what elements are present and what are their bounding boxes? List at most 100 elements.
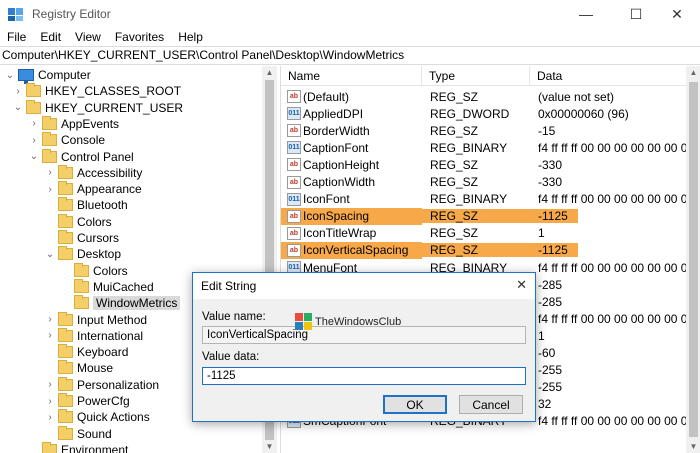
tree-node[interactable]: › Appearance [44,181,142,197]
tree-node[interactable]: Keyboard [44,344,128,360]
tree-node[interactable]: Colors [44,213,112,230]
tree-node[interactable]: ⌄ Computer [4,67,91,84]
folder-icon [58,376,73,391]
tree-node[interactable]: Sound [44,425,112,442]
address-bar[interactable]: Computer\HKEY_CURRENT_USER\Control Panel… [0,46,700,65]
tree-node[interactable]: Bluetooth [44,197,128,213]
column-type[interactable]: Type [422,66,530,86]
tree-node[interactable]: › Console [28,132,105,148]
chevron-right-icon[interactable]: › [44,409,56,425]
chevron-right-icon[interactable] [44,426,56,442]
tree-node[interactable]: › International [44,327,143,344]
close-button[interactable]: ✕ [654,0,700,28]
tree-node[interactable]: › Quick Actions [44,409,150,425]
value-row[interactable]: ab CaptionWidth REG_SZ -330 [281,174,700,191]
chevron-down-icon[interactable]: ⌄ [4,67,16,83]
values-scroll-thumb[interactable] [689,82,698,437]
tree-node[interactable]: ⌄ Desktop [44,246,121,262]
values-scrollbar[interactable]: ▲ ▼ [686,66,700,453]
value-row[interactable]: ab IconSpacing REG_SZ -1125 [281,207,700,225]
chevron-right-icon[interactable] [60,263,72,279]
tree-node[interactable]: Colors [60,262,128,279]
value-data: -60 [538,346,556,360]
menu-file[interactable]: File [0,30,33,44]
tree-node[interactable]: ⌄ HKEY_CURRENT_USER [12,99,183,116]
chevron-right-icon[interactable]: › [44,165,56,181]
tree-node[interactable]: › PowerCfg [44,393,130,409]
cancel-button[interactable]: Cancel [459,395,523,414]
value-data: -285 [538,294,563,309]
chevron-right-icon[interactable] [44,197,56,213]
value-type: REG_SZ [430,89,479,104]
value-row[interactable]: ab IconVerticalSpacing REG_SZ -1125 [281,241,700,259]
value-data: f4 ff ff ff 00 00 00 00 00 00 00 00 00 [538,414,700,429]
chevron-down-icon[interactable]: ⌄ [12,100,24,116]
tree-node[interactable]: Mouse [44,360,113,376]
chevron-right-icon[interactable]: › [44,328,56,344]
tree-node[interactable]: › Personalization [44,376,159,393]
value-row[interactable]: ab (Default) REG_SZ (value not set) [281,88,700,105]
value-row[interactable]: ab IconTitleWrap REG_SZ 1 [281,225,700,242]
chevron-right-icon[interactable] [60,295,72,311]
value-data: f4 ff ff ff 00 00 00 00 00 00 00 00 00 [538,192,700,207]
scroll-up-icon[interactable]: ▲ [686,66,700,79]
chevron-right-icon[interactable]: › [28,116,40,132]
chevron-right-icon[interactable]: › [44,181,56,197]
folder-icon [58,181,73,196]
tree-node[interactable]: Environment [28,441,128,453]
minimize-button[interactable]: — [563,0,609,28]
menu-favorites[interactable]: Favorites [108,30,171,44]
tree-node[interactable]: Cursors [44,230,119,246]
dialog-close-icon[interactable]: ✕ [516,277,527,293]
chevron-down-icon[interactable]: ⌄ [44,246,56,262]
value-type: REG_SZ [430,157,479,172]
chevron-right-icon[interactable]: › [44,393,56,409]
chevron-right-icon[interactable] [44,214,56,230]
value-row[interactable]: 011 AppliedDPI REG_DWORD 0x00000060 (96) [281,105,700,122]
ok-button[interactable]: OK [383,395,447,414]
chevron-right-icon[interactable] [44,360,56,376]
string-value-icon: ab [287,243,301,257]
tree-node-label: Computer [38,68,91,82]
tree-node[interactable]: › Accessibility [44,164,142,181]
tree-node[interactable]: › Input Method [44,311,147,328]
value-row[interactable]: ab CaptionHeight REG_SZ -330 [281,156,700,173]
value-data: 1 [538,328,545,343]
folder-icon [42,132,57,147]
column-name[interactable]: Name [281,66,422,86]
value-row[interactable]: ab BorderWidth REG_SZ -15 [281,122,700,139]
chevron-down-icon[interactable]: ⌄ [28,149,40,165]
chevron-right-icon[interactable] [28,442,40,453]
chevron-right-icon[interactable] [44,230,56,246]
value-row[interactable]: 011 IconFont REG_BINARY f4 ff ff ff 00 00 0… [281,191,700,208]
value-data-input[interactable] [202,367,526,385]
tree-node[interactable]: ⌄ Control Panel [28,148,134,165]
chevron-right-icon[interactable] [60,279,72,295]
chevron-right-icon[interactable] [44,344,56,360]
tree-node-label: HKEY_CLASSES_ROOT [45,84,182,99]
edit-string-dialog: Edit String ✕ Value name: IconVerticalSp… [192,272,536,422]
chevron-right-icon[interactable]: › [44,377,56,393]
computer-icon [18,69,34,84]
tree-node[interactable]: WindowMetrics [60,295,181,311]
tree-node[interactable]: › AppEvents [28,115,119,132]
menu-edit[interactable]: Edit [33,30,68,44]
folder-icon [74,278,89,293]
menu-help[interactable]: Help [171,30,210,44]
maximize-button[interactable]: ☐ [613,0,659,28]
folder-icon [74,262,89,277]
scroll-down-icon[interactable]: ▼ [686,440,700,453]
menu-view[interactable]: View [68,30,108,44]
binary-value-icon: 011 [287,107,301,121]
chevron-right-icon[interactable]: › [28,132,40,148]
column-data[interactable]: Data [530,66,686,86]
value-row[interactable]: 011 CaptionFont REG_BINARY f4 ff ff ff 00 0… [281,139,700,156]
tree-node[interactable]: › HKEY_CLASSES_ROOT [12,83,181,99]
string-value-icon: ab [287,158,301,172]
string-value-icon: ab [287,209,301,223]
chevron-right-icon[interactable]: › [44,312,56,328]
tree-node[interactable]: MuiCached [60,278,154,295]
scroll-down-icon[interactable]: ▼ [262,440,277,453]
chevron-right-icon[interactable]: › [12,83,24,99]
scroll-up-icon[interactable]: ▲ [262,66,277,79]
